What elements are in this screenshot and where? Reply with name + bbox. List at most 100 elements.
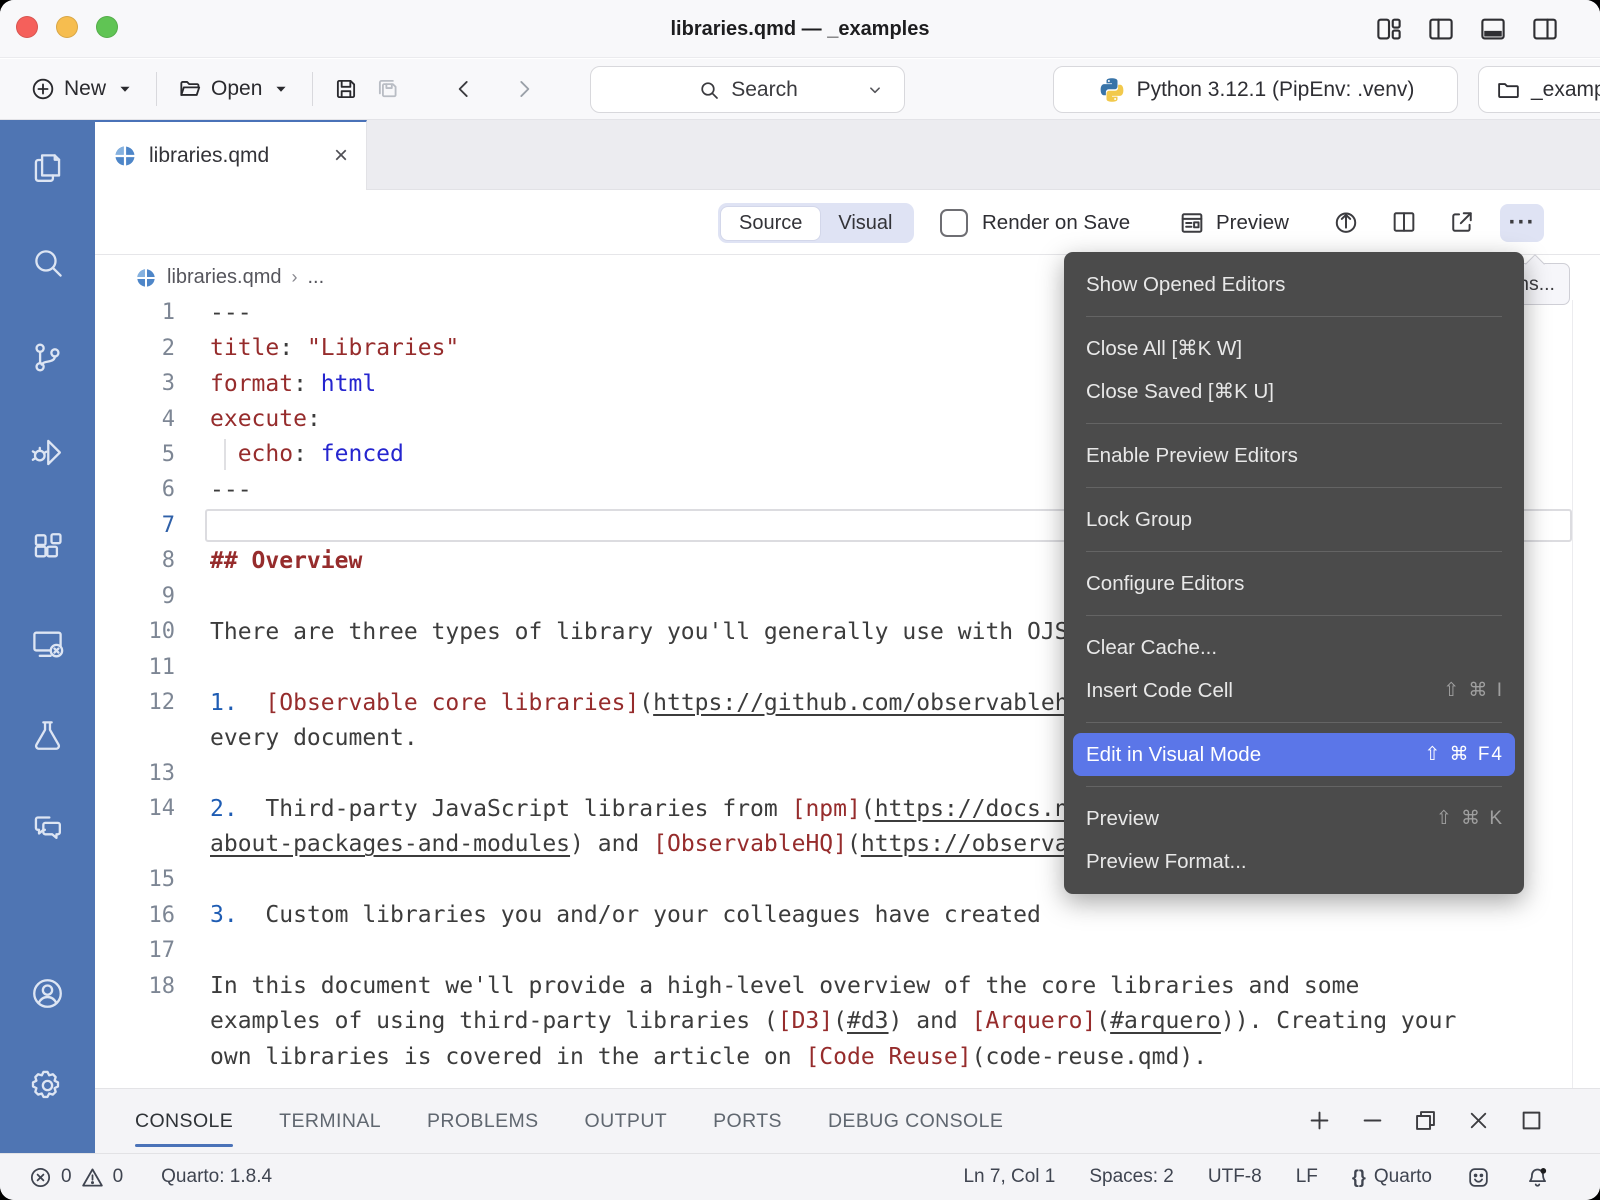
problems-status[interactable]: 0 0 [28,1165,123,1190]
line-number: 16 [95,903,175,928]
visual-mode-button[interactable]: Visual [820,207,910,240]
sidebar-item-search[interactable] [0,227,95,297]
panel-minus-icon[interactable] [1359,1107,1386,1134]
indent-guide [224,439,226,470]
menu-item-configure-editors[interactable]: Configure Editors [1064,562,1524,605]
menu-item-label: Clear Cache... [1086,636,1217,660]
menu-item-insert-code-cell[interactable]: Insert Code Cell⇧ ⌘ I [1064,669,1524,712]
preview-button-label: Preview [1216,211,1289,235]
eol-status[interactable]: LF [1296,1166,1318,1188]
customize-layout-icon[interactable] [1374,14,1404,44]
code-text: There are three types of library you'll … [210,619,1082,645]
code-line-18[interactable]: 18In this document we'll provide a high-… [95,968,1600,1003]
menu-item-close-all-k-w[interactable]: Close All [⌘K W] [1064,327,1524,370]
sidebar-item-settings[interactable] [0,1050,95,1120]
panel-maximize-icon[interactable] [1518,1107,1545,1134]
account-icon [29,975,66,1012]
panel-tab-debug-console[interactable]: DEBUG CONSOLE [828,1089,1003,1154]
save-all-button[interactable] [367,70,409,108]
toggle-sidebar-right-icon[interactable] [1530,14,1560,44]
publish-icon[interactable] [1332,208,1360,236]
project-selector[interactable]: _examples [1478,66,1600,113]
menu-separator [1086,316,1502,317]
source-mode-button[interactable]: Source [721,207,820,240]
menu-item-lock-group[interactable]: Lock Group [1064,498,1524,541]
activity-bar [0,120,95,1153]
menu-item-edit-in-visual-mode[interactable]: Edit in Visual Mode⇧ ⌘ F4 [1073,733,1515,776]
feedback-smiley-icon[interactable] [1466,1165,1491,1190]
extensions-icon [29,529,66,566]
menu-item-clear-cache[interactable]: Clear Cache... [1064,626,1524,669]
breadcrumb-more[interactable]: ... [307,266,324,289]
menu-item-preview-format[interactable]: Preview Format... [1064,840,1524,883]
code-text: 3. Custom libraries you and/or your coll… [210,902,1041,928]
interpreter-label: Python 3.12.1 (PipEnv: .venv) [1137,78,1415,102]
save-button[interactable] [325,70,367,108]
quarto-file-icon [135,267,157,289]
sidebar-item-source-control[interactable] [0,322,95,392]
search-label: Search [731,78,798,102]
menu-item-label: Preview Format... [1086,850,1247,874]
source-visual-toggle: Source Visual [718,203,914,243]
render-on-save-checkbox[interactable] [940,209,968,237]
open-external-icon[interactable] [1448,208,1476,236]
menu-item-label: Show Opened Editors [1086,273,1285,297]
code-line-wrap[interactable]: examples of using third-party libraries … [95,1004,1600,1039]
quarto-version-status[interactable]: Quarto: 1.8.4 [161,1166,272,1188]
language-mode-status[interactable]: {} Quarto [1352,1166,1432,1188]
panel-tab-output[interactable]: OUTPUT [585,1089,668,1154]
braces-icon: {} [1352,1167,1366,1188]
line-number: 6 [95,477,175,502]
notifications-bell-icon[interactable] [1525,1165,1550,1190]
code-line-wrap[interactable]: own libraries is covered in the article … [95,1039,1600,1074]
preview-button[interactable]: Preview [1178,190,1289,255]
menu-separator [1086,722,1502,723]
tab-libraries-qmd[interactable]: libraries.qmd × [95,120,367,190]
sidebar-item-files[interactable] [0,133,95,203]
cursor-position-status[interactable]: Ln 7, Col 1 [963,1166,1055,1188]
plus-circle-icon [30,76,56,102]
sidebar-item-remote-explorer[interactable] [0,608,95,678]
code-text: --- [210,300,252,326]
code-line-16[interactable]: 16 3. Custom libraries you and/or your co… [95,897,1600,932]
sidebar-item-extensions[interactable] [0,512,95,582]
menu-item-close-saved-k-u[interactable]: Close Saved [⌘K U] [1064,370,1524,413]
search-box[interactable]: Search [590,66,905,113]
panel-tab-console[interactable]: CONSOLE [135,1089,233,1154]
panel-tab-problems[interactable]: PROBLEMS [427,1089,539,1154]
indentation-status[interactable]: Spaces: 2 [1089,1166,1174,1188]
toggle-panel-icon[interactable] [1478,14,1508,44]
sidebar-item-run-debug[interactable] [0,417,95,487]
navigate-back-button[interactable] [443,70,485,108]
more-actions-button[interactable]: ··· [1500,204,1544,242]
line-number: 1 [95,300,175,325]
tab-label: libraries.qmd [149,144,269,168]
encoding-status[interactable]: UTF-8 [1208,1166,1262,1188]
menu-item-enable-preview-editors[interactable]: Enable Preview Editors [1064,434,1524,477]
toggle-sidebar-left-icon[interactable] [1426,14,1456,44]
new-button[interactable]: New [22,70,144,108]
line-number: 15 [95,867,175,892]
line-number: 7 [95,513,175,538]
close-tab-icon[interactable]: × [334,144,348,168]
navigate-forward-button[interactable] [503,70,545,108]
panel-tab-terminal[interactable]: TERMINAL [279,1089,381,1154]
panel-close-icon[interactable] [1465,1107,1492,1134]
open-button[interactable]: Open [169,70,300,108]
menu-item-preview[interactable]: Preview⇧ ⌘ K [1064,797,1524,840]
split-editor-icon[interactable] [1390,208,1418,236]
sidebar-item-account[interactable] [0,958,95,1028]
error-icon [28,1165,53,1190]
panel-restore-icon[interactable] [1412,1107,1439,1134]
sidebar-item-testing[interactable] [0,700,95,770]
line-number: 13 [95,761,175,786]
code-line-17[interactable]: 17 [95,933,1600,968]
interpreter-selector[interactable]: Python 3.12.1 (PipEnv: .venv) [1053,66,1458,113]
panel-tab-ports[interactable]: PORTS [713,1089,782,1154]
line-number: 8 [95,548,175,573]
language-label: Quarto [1374,1166,1432,1188]
sidebar-item-comments[interactable] [0,792,95,862]
breadcrumb-file[interactable]: libraries.qmd [167,266,281,289]
panel-plus-icon[interactable] [1306,1107,1333,1134]
menu-item-show-opened-editors[interactable]: Show Opened Editors [1064,263,1524,306]
